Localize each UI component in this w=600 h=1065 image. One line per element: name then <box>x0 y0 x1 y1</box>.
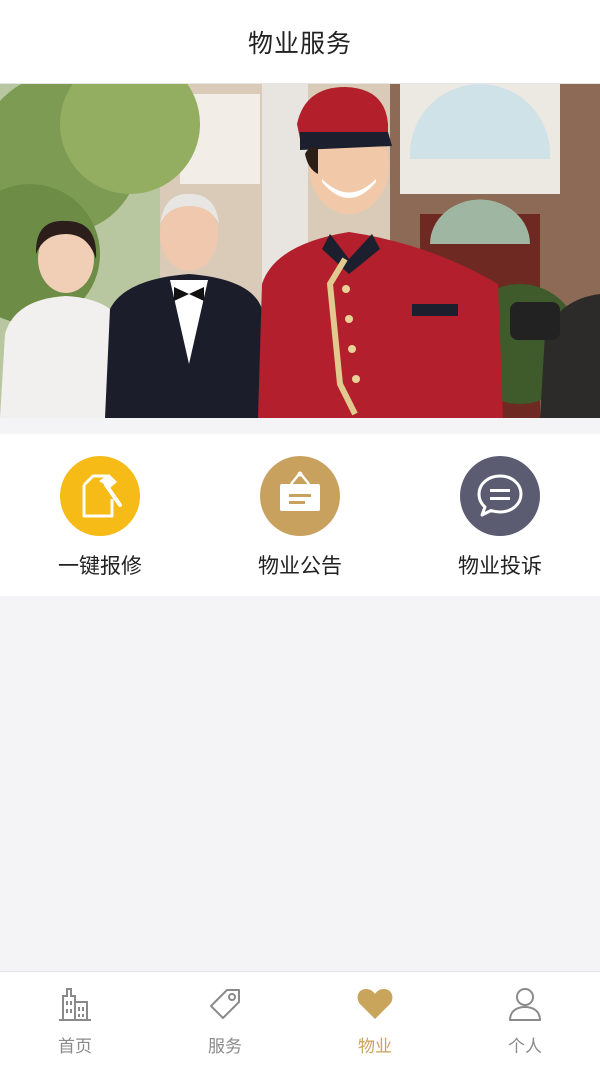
complaint-label: 物业投诉 <box>458 554 542 578</box>
notice-label: 物业公告 <box>258 554 342 578</box>
repair-button[interactable]: 一键报修 <box>10 456 190 580</box>
banner-illustration <box>0 84 600 418</box>
tab-personal-label: 个人 <box>508 1037 542 1057</box>
tab-service-label: 服务 <box>208 1037 242 1057</box>
building-icon <box>55 984 95 1024</box>
bottom-tab-bar: 首页 服务 物业 个人 <box>0 971 600 1065</box>
header-bar: 物业服务 <box>0 0 600 84</box>
hammer-icon <box>60 456 140 536</box>
tab-home[interactable]: 首页 <box>25 984 125 1057</box>
heart-icon <box>355 984 395 1024</box>
complaint-button[interactable]: 物业投诉 <box>410 456 590 580</box>
tab-service[interactable]: 服务 <box>175 984 275 1057</box>
notice-board-icon <box>260 456 340 536</box>
chat-bubble-icon <box>460 456 540 536</box>
tab-home-label: 首页 <box>58 1037 92 1057</box>
tag-icon <box>205 984 245 1024</box>
tab-property[interactable]: 物业 <box>325 984 425 1057</box>
banner-image[interactable] <box>0 84 600 418</box>
repair-label: 一键报修 <box>58 554 142 578</box>
person-icon <box>505 984 545 1024</box>
notice-button[interactable]: 物业公告 <box>210 456 390 580</box>
service-menu: 一键报修 物业公告 物业投诉 <box>0 434 600 596</box>
page-title: 物业服务 <box>247 28 352 58</box>
tab-personal[interactable]: 个人 <box>475 984 575 1057</box>
tab-property-label: 物业 <box>358 1037 392 1057</box>
